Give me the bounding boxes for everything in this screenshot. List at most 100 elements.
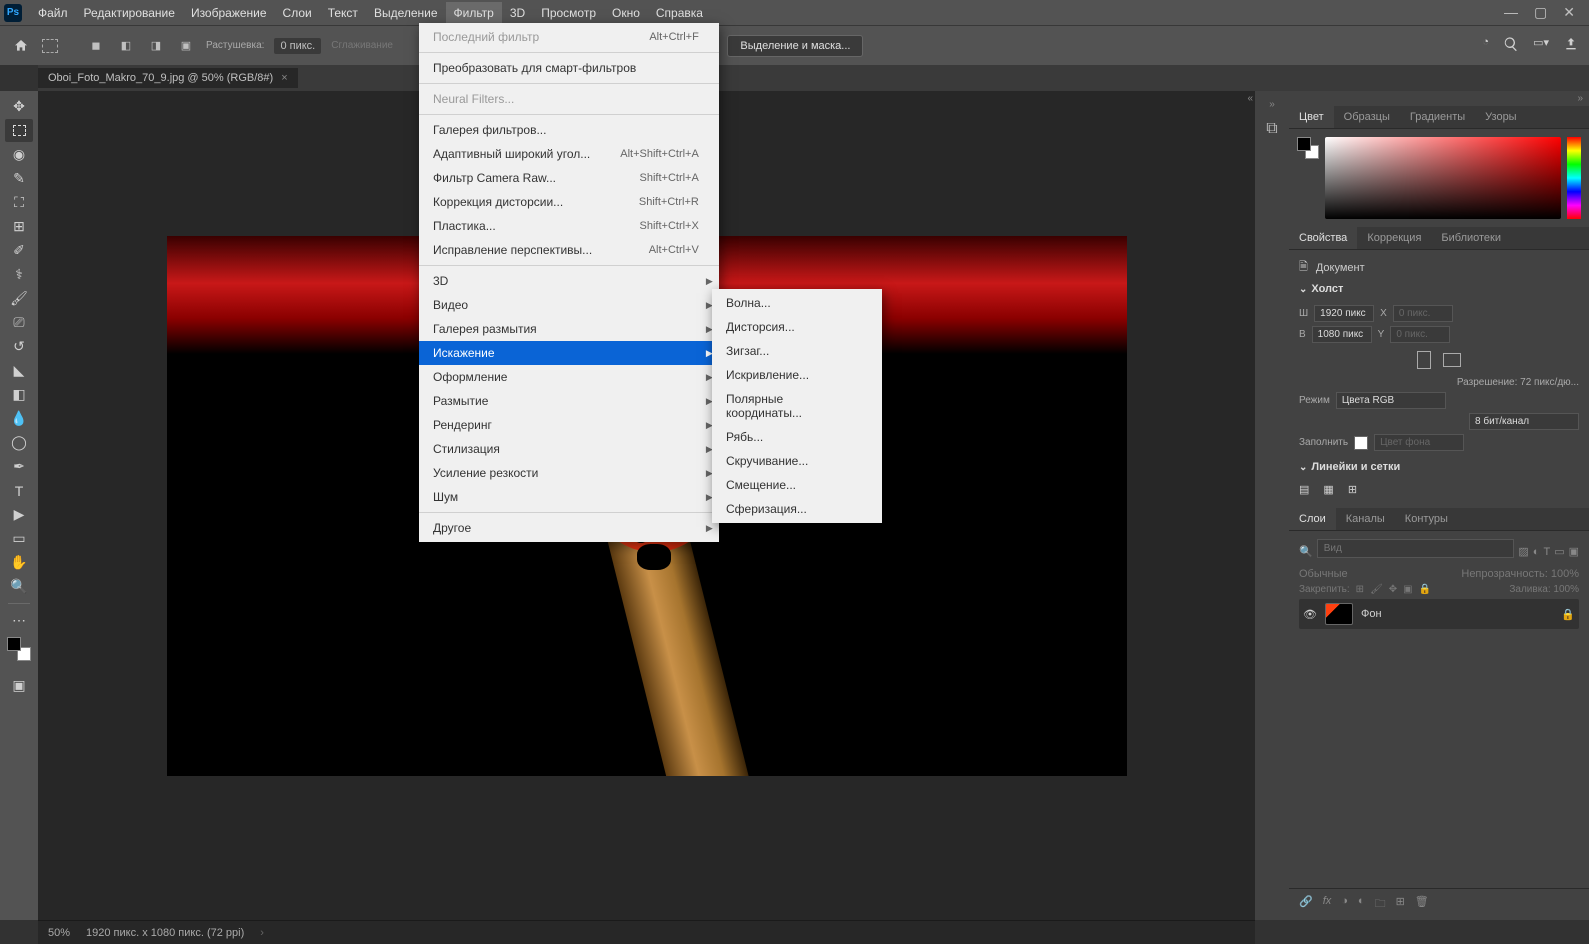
- menu-окно[interactable]: Окно: [604, 2, 648, 24]
- history-panel-icon[interactable]: ⧉: [1266, 120, 1277, 138]
- layer-search-input[interactable]: [1317, 539, 1515, 558]
- select-and-mask-button[interactable]: Выделение и маска...: [727, 35, 863, 57]
- menu-item--[interactable]: Преобразовать для смарт-фильтров: [419, 56, 719, 80]
- zoom-level[interactable]: 50%: [48, 927, 70, 939]
- marquee-tool[interactable]: [5, 119, 33, 142]
- menu-редактирование[interactable]: Редактирование: [76, 2, 183, 24]
- menu-слои[interactable]: Слои: [275, 2, 320, 24]
- share-icon[interactable]: [1563, 36, 1579, 55]
- lock-artboard-icon[interactable]: ▣: [1403, 584, 1412, 595]
- history-brush-tool[interactable]: ↺: [5, 335, 33, 358]
- submenu-item--[interactable]: Сферизация...: [712, 497, 882, 521]
- menu-текст[interactable]: Текст: [320, 2, 366, 24]
- filter-adjust-icon[interactable]: ◐: [1533, 546, 1540, 558]
- collapse-panels-icon[interactable]: «: [1247, 93, 1253, 104]
- tab-слои[interactable]: Слои: [1289, 508, 1336, 530]
- collapse-panel-icon[interactable]: »: [1289, 91, 1589, 106]
- menu-item--[interactable]: Оформление▶: [419, 365, 719, 389]
- saturation-picker[interactable]: [1325, 137, 1561, 219]
- cloud-docs-icon[interactable]: ◔: [1482, 36, 1489, 55]
- layer-group-icon[interactable]: 🗀: [1375, 895, 1386, 914]
- submenu-item--[interactable]: Скручивание...: [712, 449, 882, 473]
- crop-tool[interactable]: ⛶: [5, 191, 33, 214]
- shape-tool[interactable]: ▭: [5, 527, 33, 550]
- tab-библиотеки[interactable]: Библиотеки: [1431, 227, 1511, 249]
- hue-slider[interactable]: [1567, 137, 1581, 219]
- menu-item--[interactable]: Другое▶: [419, 516, 719, 540]
- menu-item--[interactable]: Пластика...Shift+Ctrl+X: [419, 214, 719, 238]
- gradient-tool[interactable]: ◧: [5, 383, 33, 406]
- menu-item-3d[interactable]: 3D▶: [419, 269, 719, 293]
- lock-transparency-icon[interactable]: ⊞: [1356, 584, 1364, 595]
- close-button[interactable]: ✕: [1563, 4, 1575, 21]
- healing-tool[interactable]: ⚕: [5, 263, 33, 286]
- dodge-tool[interactable]: ◯: [5, 431, 33, 454]
- guides-icon[interactable]: ⊞: [1348, 483, 1357, 496]
- lock-icon[interactable]: 🔒: [1561, 608, 1575, 621]
- submenu-item--[interactable]: Дисторсия...: [712, 315, 882, 339]
- eraser-tool[interactable]: ◣: [5, 359, 33, 382]
- menu-изображение[interactable]: Изображение: [183, 2, 275, 24]
- lasso-tool[interactable]: ◉: [5, 143, 33, 166]
- menu-просмотр[interactable]: Просмотр: [533, 2, 604, 24]
- zoom-tool[interactable]: 🔍: [5, 575, 33, 598]
- submenu-item--[interactable]: Зигзаг...: [712, 339, 882, 363]
- fill-opacity-value[interactable]: 100%: [1553, 584, 1579, 595]
- bit-depth-select[interactable]: 8 бит/канал: [1469, 413, 1579, 430]
- brush-tool[interactable]: 🖌: [5, 287, 33, 310]
- blend-mode-select[interactable]: Обычные: [1299, 568, 1348, 580]
- selection-add-icon[interactable]: ◧: [116, 36, 136, 56]
- canvas-section-header[interactable]: Холст: [1299, 277, 1579, 301]
- feather-input[interactable]: 0 пикс.: [274, 38, 321, 54]
- menu-item--[interactable]: Исправление перспективы...Alt+Ctrl+V: [419, 238, 719, 262]
- layer-row[interactable]: 👁 Фон 🔒: [1299, 599, 1579, 629]
- color-mode-select[interactable]: Цвета RGB: [1336, 392, 1446, 409]
- grid-icon[interactable]: ▦: [1323, 483, 1333, 496]
- adjustment-layer-icon[interactable]: ◐: [1358, 895, 1365, 914]
- submenu-item--[interactable]: Рябь...: [712, 425, 882, 449]
- tab-контуры[interactable]: Контуры: [1395, 508, 1458, 530]
- menu-item--[interactable]: Искажение▶: [419, 341, 719, 365]
- selection-subtract-icon[interactable]: ◨: [146, 36, 166, 56]
- submenu-item--[interactable]: Волна...: [712, 291, 882, 315]
- menu-выделение[interactable]: Выделение: [366, 2, 446, 24]
- submenu-item--[interactable]: Искривление...: [712, 363, 882, 387]
- hand-tool[interactable]: ✋: [5, 551, 33, 574]
- menu-файл[interactable]: Файл: [30, 2, 76, 24]
- lock-all-icon[interactable]: 🔒: [1419, 584, 1431, 595]
- minimize-button[interactable]: —: [1504, 4, 1518, 21]
- blur-tool[interactable]: 💧: [5, 407, 33, 430]
- filter-shape-icon[interactable]: ▭: [1554, 545, 1564, 558]
- search-icon[interactable]: [1503, 36, 1519, 55]
- quick-mask-icon[interactable]: ▣: [5, 674, 33, 697]
- filter-type-icon[interactable]: T: [1543, 546, 1550, 558]
- y-input[interactable]: 0 пикс.: [1390, 326, 1450, 343]
- frame-tool[interactable]: ⊞: [5, 215, 33, 238]
- status-arrow-icon[interactable]: ›: [260, 927, 264, 939]
- tab-узоры[interactable]: Узоры: [1475, 106, 1526, 128]
- edit-toolbar-icon[interactable]: ⋯: [5, 609, 33, 632]
- delete-layer-icon[interactable]: 🗑: [1415, 895, 1429, 914]
- menu-item--[interactable]: Адаптивный широкий угол...Alt+Shift+Ctrl…: [419, 142, 719, 166]
- stamp-tool[interactable]: ⎚: [5, 311, 33, 334]
- layer-thumbnail[interactable]: [1325, 603, 1353, 625]
- menu-3d[interactable]: 3D: [502, 2, 533, 24]
- type-tool[interactable]: T: [5, 479, 33, 502]
- menu-фильтр[interactable]: Фильтр: [446, 2, 502, 24]
- tab-образцы[interactable]: Образцы: [1334, 106, 1400, 128]
- fill-select[interactable]: Цвет фона: [1374, 434, 1464, 451]
- maximize-button[interactable]: ▢: [1534, 4, 1547, 21]
- submenu-item--[interactable]: Полярные координаты...: [712, 387, 882, 425]
- marquee-icon[interactable]: [42, 39, 58, 53]
- document-tab[interactable]: Oboi_Foto_Makro_70_9.jpg @ 50% (RGB/8#) …: [38, 68, 298, 88]
- menu-item--[interactable]: Стилизация▶: [419, 437, 719, 461]
- selection-intersect-icon[interactable]: ▣: [176, 36, 196, 56]
- quick-select-tool[interactable]: ✎: [5, 167, 33, 190]
- menu-item--[interactable]: Галерея размытия▶: [419, 317, 719, 341]
- menu-справка[interactable]: Справка: [648, 2, 711, 24]
- filter-smart-icon[interactable]: ▣: [1569, 545, 1579, 558]
- rulers-section-header[interactable]: Линейки и сетки: [1299, 455, 1579, 479]
- menu-item--[interactable]: Усиление резкости▶: [419, 461, 719, 485]
- menu-item--[interactable]: Шум▶: [419, 485, 719, 509]
- portrait-icon[interactable]: [1417, 351, 1431, 369]
